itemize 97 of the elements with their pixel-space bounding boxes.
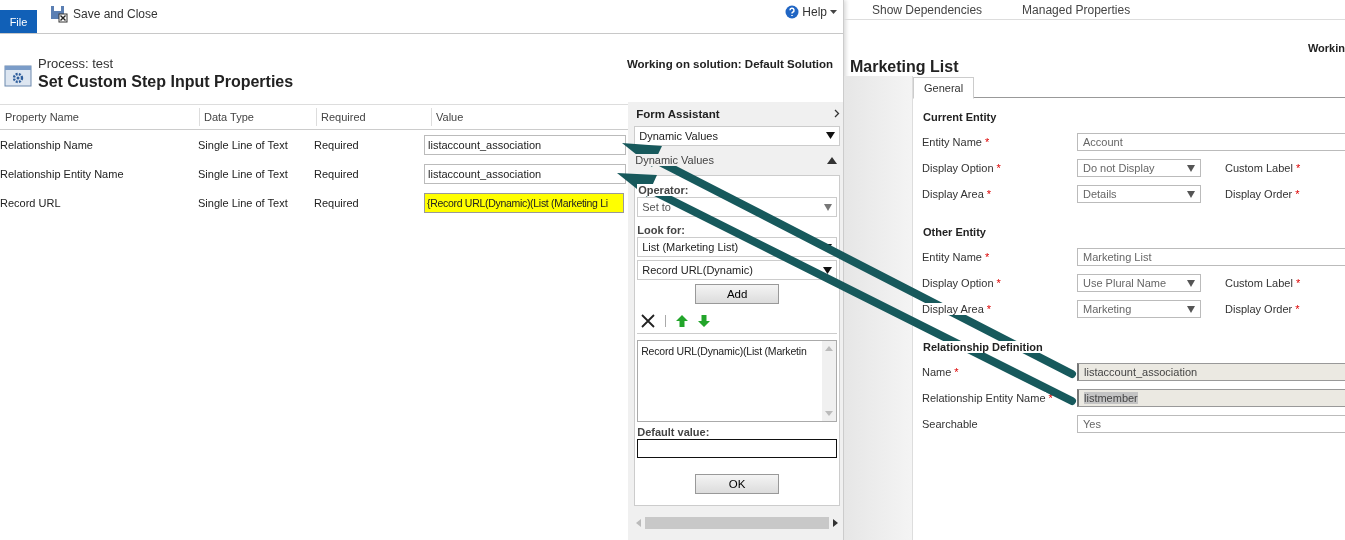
- section-title: Relationship Definition: [922, 341, 1044, 353]
- up-arrow-icon[interactable]: [676, 315, 689, 328]
- table-cell-text: Single Line of Text: [197, 138, 289, 151]
- read-only-field[interactable]: listmember: [1077, 389, 1345, 407]
- entity-title: Marketing List: [849, 58, 960, 76]
- tab[interactable]: General: [913, 77, 975, 99]
- caret-icon: [823, 266, 832, 274]
- process-gear-icon: [4, 63, 32, 89]
- dropdown[interactable]: Details: [1077, 185, 1201, 203]
- ok-button[interactable]: OK: [695, 474, 780, 495]
- required-mark: *: [984, 251, 990, 263]
- table-cell-text: Record URL: [0, 196, 62, 209]
- scroll-up-icon[interactable]: [825, 346, 833, 352]
- required-mark: *: [1295, 277, 1301, 289]
- required-mark: *: [1295, 188, 1300, 200]
- field-label: Custom Label: [1225, 162, 1293, 174]
- field-dropdown[interactable]: Record URL(Dynamic): [637, 260, 837, 281]
- caret-icon: [830, 9, 837, 15]
- help-icon: [785, 5, 800, 19]
- table-cell-text: Single Line of Text: [197, 196, 289, 209]
- solution-label: Workin: [1307, 42, 1345, 54]
- section-title: Other Entity: [922, 226, 987, 238]
- save-close-icon: [50, 5, 68, 23]
- table-cell-text: Relationship Name: [0, 138, 94, 151]
- default-value-field[interactable]: [637, 439, 837, 459]
- file-tab[interactable]: File: [0, 10, 37, 33]
- text-field[interactable]: Account: [1077, 133, 1345, 151]
- table-cell-text: Required: [313, 138, 360, 151]
- scroll-right-icon[interactable]: [833, 519, 838, 528]
- field-label: Searchable: [922, 418, 978, 430]
- delete-icon[interactable]: [641, 314, 656, 329]
- column-header: Data Type: [199, 108, 316, 126]
- mode-dropdown[interactable]: Dynamic Values: [634, 125, 840, 146]
- caret-icon: [824, 203, 832, 211]
- required-mark: *: [986, 303, 992, 315]
- scrollbar[interactable]: [634, 516, 840, 530]
- look-for-label: Look for:: [637, 224, 686, 237]
- caret-icon: [1187, 164, 1195, 172]
- section-title: Current Entity: [922, 111, 998, 123]
- caret-icon: [1187, 305, 1195, 313]
- field-label: Display Area: [922, 303, 984, 315]
- scroll-left-icon[interactable]: [636, 519, 642, 528]
- required-mark: *: [984, 136, 990, 148]
- caret-icon: [826, 132, 835, 140]
- field-label: Display Option: [922, 162, 994, 174]
- field-label: Custom Label: [1225, 277, 1293, 289]
- down-arrow-icon[interactable]: [698, 315, 711, 328]
- field-label: Display Order: [1225, 188, 1293, 200]
- list-item[interactable]: Record URL(Dynamic)(List (Marketin: [641, 345, 819, 358]
- caret-icon: [1187, 190, 1195, 198]
- required-mark: *: [986, 188, 992, 200]
- value-field[interactable]: listaccount_association: [424, 163, 626, 184]
- scroll-down-icon[interactable]: [825, 411, 833, 417]
- required-mark: *: [1295, 303, 1300, 315]
- values-list[interactable]: Record URL(Dynamic)(List (Marketin: [637, 340, 837, 423]
- dropdown[interactable]: Marketing: [1077, 300, 1201, 318]
- scrollbar[interactable]: [822, 341, 836, 422]
- value-field[interactable]: {Record URL(Dynamic)(List (Marketing Li: [424, 192, 624, 213]
- operator-label: Operator:: [637, 184, 690, 197]
- column-header: Property Name: [4, 110, 80, 125]
- dropdown[interactable]: Do not Display: [1077, 159, 1201, 177]
- section-title: Dynamic Values: [634, 154, 715, 167]
- text-field[interactable]: Marketing List: [1077, 248, 1345, 266]
- required-mark: *: [996, 162, 1001, 174]
- toolbar-button[interactable]: Show Dependencies: [872, 3, 983, 17]
- save-and-close-button[interactable]: Save and Close: [37, 5, 158, 23]
- caret-icon: [1187, 279, 1195, 287]
- help-button[interactable]: Help: [785, 5, 837, 19]
- field-label: Display Order: [1225, 303, 1293, 315]
- field-label: Relationship Entity Name: [922, 392, 1046, 404]
- solution-label: Working on solution: Default Solution: [626, 58, 833, 70]
- default-value-label: Default value:: [637, 426, 711, 439]
- chevron-icon[interactable]: [834, 109, 840, 119]
- field-label: Name: [922, 366, 952, 378]
- value-field[interactable]: listaccount_association: [424, 134, 626, 155]
- process-name: Process: test: [38, 56, 115, 71]
- field-label: Entity Name: [922, 136, 982, 148]
- required-mark: *: [996, 277, 1001, 289]
- toolbar-button[interactable]: Managed Properties: [1022, 3, 1131, 17]
- required-mark: *: [1048, 392, 1053, 404]
- read-only-field[interactable]: listaccount_association: [1077, 363, 1345, 381]
- text-field[interactable]: Yes: [1077, 415, 1345, 433]
- required-mark: *: [954, 366, 959, 378]
- required-mark: *: [1295, 162, 1301, 174]
- table-cell-text: Single Line of Text: [197, 167, 289, 180]
- field-label: Display Option: [922, 277, 994, 289]
- table-cell-text: Required: [313, 167, 360, 180]
- table-cell-text: Required: [313, 196, 360, 209]
- table-cell-text: Relationship Entity Name: [0, 167, 125, 180]
- panel-title: Form Assistant: [636, 107, 720, 120]
- caret-icon: [827, 156, 837, 164]
- field-label: Entity Name: [922, 251, 982, 263]
- page-title: Set Custom Step Input Properties: [38, 73, 294, 91]
- column-header: Required: [316, 108, 431, 126]
- field-label: Display Area: [922, 188, 984, 200]
- dropdown[interactable]: Use Plural Name: [1077, 274, 1201, 292]
- add-button[interactable]: Add: [695, 284, 780, 305]
